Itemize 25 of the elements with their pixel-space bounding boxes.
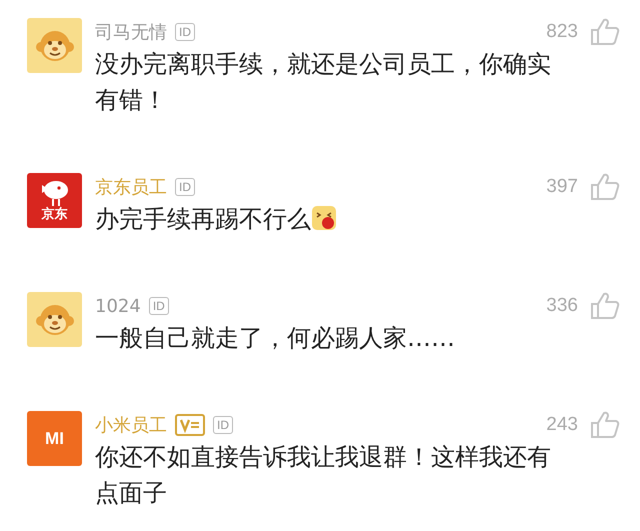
avatar-logo-text[interactable]: MI: [27, 411, 82, 466]
user-name[interactable]: 司马无情: [95, 20, 167, 44]
like-count: 336: [546, 295, 578, 317]
dog-logo-avatar[interactable]: 京东: [27, 173, 82, 228]
user-name[interactable]: 1024: [95, 296, 141, 316]
id-badge: ID: [148, 297, 169, 315]
thumbs-up-icon[interactable]: [590, 173, 620, 201]
thumbs-up-icon[interactable]: [590, 411, 620, 439]
avatar-logo-text: 京东: [42, 206, 68, 222]
thumbs-up-icon[interactable]: [590, 292, 620, 320]
id-badge: ID: [175, 178, 195, 196]
comment-text: 一般自己就走了，何必踢人家……: [95, 324, 455, 352]
id-badge: ID: [213, 416, 233, 434]
like-count: 397: [546, 176, 578, 198]
like-count: 243: [546, 414, 578, 436]
comment-text: 办完手续再踢不行么: [95, 205, 311, 233]
monkey-avatar[interactable]: [27, 292, 82, 347]
user-name[interactable]: 京东员工: [95, 175, 167, 199]
like-count: 823: [546, 21, 578, 43]
comment-text: 没办完离职手续，就还是公司员工，你确实有错！: [95, 50, 551, 114]
thumbs-up-icon[interactable]: [590, 18, 620, 46]
id-badge: ID: [175, 23, 195, 41]
user-name[interactable]: 小米员工: [95, 413, 167, 437]
comment-text: 你还不如直接告诉我让我退群！这样我还有点面子: [95, 443, 551, 507]
monkey-avatar[interactable]: [27, 18, 82, 73]
